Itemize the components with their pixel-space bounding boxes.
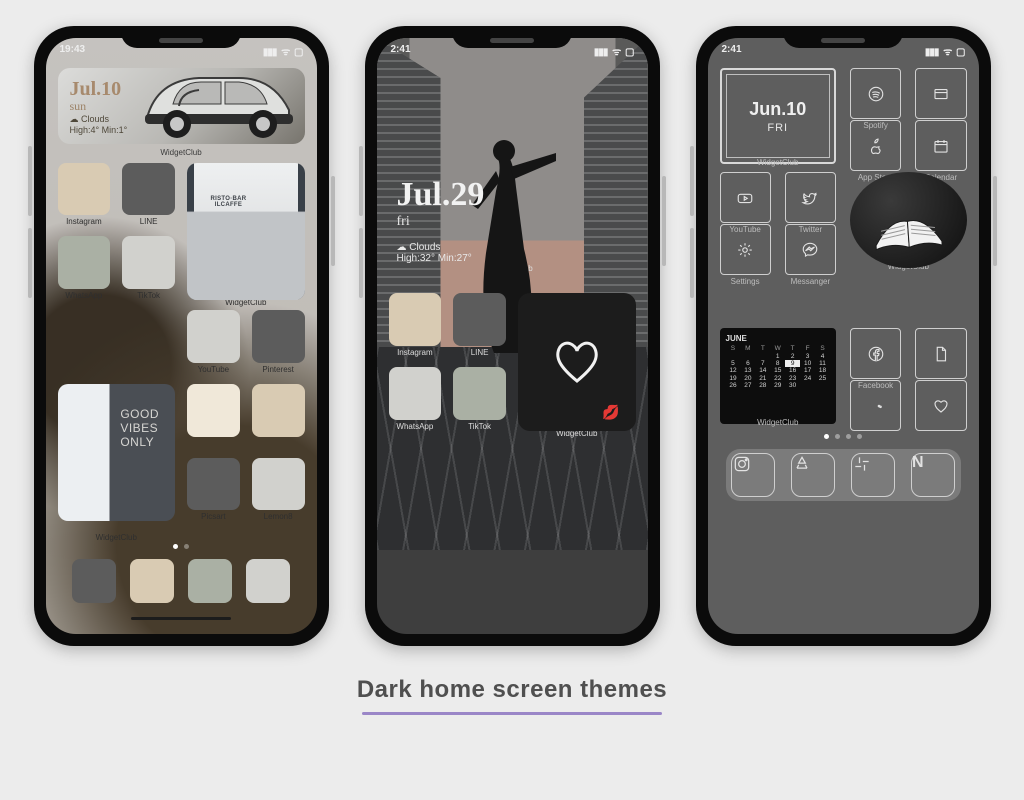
calendar-table: SMTWTFS 12345678910111213141516171819202… [726, 345, 831, 389]
app-blank[interactable] [187, 310, 240, 363]
sign: RISTO·BARILCAFFE [211, 196, 247, 209]
app-line[interactable] [122, 163, 175, 216]
app-label: Pinterest [252, 365, 305, 374]
photo-widget-umbrella[interactable]: RISTO·BARILCAFFE [187, 163, 305, 301]
status-time: 2:41 [391, 44, 411, 58]
widget-day: FRI [767, 122, 788, 134]
app-label: Settings [720, 277, 771, 286]
good-vibes-text: GOOD VIBES ONLY [120, 408, 159, 449]
dock-app-2[interactable] [130, 559, 174, 603]
dock: N [726, 449, 961, 501]
photo-widget-vibes[interactable]: GOOD VIBES ONLY [58, 384, 176, 522]
date-widget[interactable]: Jun.10 FRI [720, 68, 837, 164]
widget-sky: ☁ Clouds [70, 114, 128, 125]
dock-app-slack[interactable] [851, 453, 895, 497]
app-youtube[interactable] [720, 172, 771, 223]
app-lemon8[interactable] [252, 458, 305, 511]
app-tiktok[interactable] [122, 236, 175, 289]
home-screen-1[interactable]: 19:43 ▮▮▮ ᯤ ▢ Jul.10 sun ☁ Clouds High:4… [46, 38, 317, 634]
app-label: TikTok [122, 291, 175, 300]
weather-widget[interactable]: Jul.10 sun ☁ Clouds High:4° Min:1° [58, 68, 305, 144]
home-screen-3[interactable]: 2:41 ▮▮▮ ᯤ ▢ Jun.10 FRI Spotify App Stor… [708, 38, 979, 634]
status-time: 19:43 [60, 44, 86, 58]
widget-meta: ☁ Clouds High:4° Min:1° [70, 114, 128, 136]
app-instagram[interactable] [389, 293, 442, 346]
widget-temp: High:32° Min:27° [397, 253, 628, 264]
app-whatsapp[interactable] [58, 236, 111, 289]
widget-label: WidgetClub [720, 418, 837, 427]
calendar-widget[interactable]: JUNE SMTWTFS 123456789101112131415161718… [720, 328, 837, 424]
car-illustration-icon [139, 68, 299, 140]
dock-app-1[interactable] [72, 559, 116, 603]
dock-app-4[interactable] [246, 559, 290, 603]
widget-date: Jun.10 [749, 99, 806, 120]
page-caption: Dark home screen themes [357, 676, 667, 715]
app-label: Lemon8 [252, 512, 305, 521]
weather-widget[interactable]: Jul.29 fri ☁ Clouds High:32° Min:27° [389, 68, 636, 264]
widget-date: Jul.29 [397, 176, 628, 214]
dock-app-appstore[interactable] [791, 453, 835, 497]
dock-app-n[interactable]: N [911, 453, 955, 497]
app-twitter[interactable] [785, 172, 836, 223]
widget-sky: ☁ Clouds [397, 242, 628, 253]
widget-label: WidgetClub [58, 148, 305, 157]
app-facebook[interactable] [850, 328, 901, 379]
app-file[interactable] [915, 328, 966, 379]
kiss-icon: 💋 [602, 404, 619, 421]
app-calendar[interactable] [915, 120, 966, 171]
photo-widget-book[interactable] [850, 172, 967, 268]
app-label: WhatsApp [389, 422, 442, 431]
app-blank[interactable] [187, 384, 240, 437]
app-label: YouTube [187, 365, 240, 374]
phone-2: 2:41 ▮▮▮ ᯤ ▢ Jul.29 fri ☁ Clouds High:32… [365, 26, 660, 646]
app-label: Instagram [58, 217, 111, 226]
home-indicator[interactable] [131, 617, 231, 620]
phone-1: 19:43 ▮▮▮ ᯤ ▢ Jul.10 sun ☁ Clouds High:4… [34, 26, 329, 646]
app-game[interactable] [850, 380, 901, 431]
app-label: Picsart [187, 512, 240, 521]
dock-app-instagram[interactable] [731, 453, 775, 497]
app-instagram[interactable] [58, 163, 111, 216]
dock-app-3[interactable] [188, 559, 232, 603]
widget-temp: High:4° Min:1° [70, 125, 128, 136]
app-pinterest[interactable] [252, 310, 305, 363]
status-time: 2:41 [722, 44, 742, 58]
cal-month: JUNE [726, 334, 831, 343]
widget-label: WidgetClub [720, 158, 837, 167]
app-line[interactable] [453, 293, 506, 346]
app-tiktok[interactable] [453, 367, 506, 420]
widget-label: WidgetClub [58, 533, 176, 542]
app-label: Instagram [389, 348, 442, 357]
app-spotify[interactable] [850, 68, 901, 119]
app-settings[interactable] [720, 224, 771, 275]
app-whatsapp[interactable] [389, 367, 442, 420]
photo-widget-heart[interactable]: 💋 [518, 293, 636, 431]
dock [58, 549, 305, 613]
status-icons: ▮▮▮ ᯤ ▢ [592, 44, 634, 58]
app-heart[interactable] [915, 380, 966, 431]
app-label: Messanger [785, 277, 836, 286]
app-generic[interactable] [915, 68, 966, 119]
app-label: LINE [122, 217, 175, 226]
widget-day: fri [397, 214, 628, 230]
page-dots[interactable] [720, 434, 967, 439]
home-screen-2[interactable]: 2:41 ▮▮▮ ᯤ ▢ Jul.29 fri ☁ Clouds High:32… [377, 38, 648, 634]
app-label: LINE [453, 348, 506, 357]
app-blank[interactable] [252, 384, 305, 437]
notch [783, 26, 903, 48]
app-picsart[interactable] [187, 458, 240, 511]
heart-icon [552, 339, 602, 385]
status-icons: ▮▮▮ ᯤ ▢ [261, 44, 303, 58]
notch [121, 26, 241, 48]
app-label: TikTok [453, 422, 506, 431]
notch [452, 26, 572, 48]
app-label: WhatsApp [58, 291, 111, 300]
app-messenger[interactable] [785, 224, 836, 275]
app-appstore[interactable] [850, 120, 901, 171]
book-icon [870, 205, 947, 254]
status-icons: ▮▮▮ ᯤ ▢ [923, 44, 965, 58]
phone-3: 2:41 ▮▮▮ ᯤ ▢ Jun.10 FRI Spotify App Stor… [696, 26, 991, 646]
widget-meta: ☁ Clouds High:32° Min:27° [397, 242, 628, 264]
